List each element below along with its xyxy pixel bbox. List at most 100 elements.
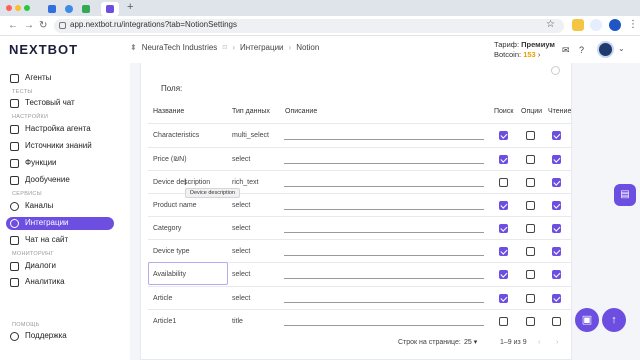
browser-tab-bar: +	[0, 0, 640, 16]
sidebar-item-agent-settings[interactable]: Настройка агента	[6, 123, 114, 136]
avatar[interactable]	[597, 41, 614, 58]
tooltip: Device description	[185, 188, 240, 198]
description-input[interactable]	[284, 139, 484, 140]
chevron-down-icon[interactable]: ⌄	[618, 44, 625, 53]
next-page-icon[interactable]: ›	[556, 339, 558, 346]
read-checkbox[interactable]	[552, 317, 561, 326]
sidebar-item-integrations[interactable]: Интеграции	[6, 217, 114, 230]
help-icon[interactable]: ?	[579, 45, 584, 55]
search-checkbox[interactable]	[499, 270, 508, 279]
read-checkbox[interactable]	[552, 178, 561, 187]
description-input[interactable]	[284, 209, 484, 210]
browser-tab-docs[interactable]	[44, 2, 58, 16]
search-checkbox[interactable]	[499, 201, 508, 210]
sidebar-item-dialogs[interactable]: Диалоги	[6, 260, 114, 273]
app-header: NEXTBOT ⬍ NeuraTech Industries ⊡ › Интег…	[0, 37, 640, 63]
sidebar-item-analytics[interactable]: Аналитика	[6, 276, 114, 289]
scroll-top-button[interactable]: ↑	[602, 308, 626, 332]
mail-icon[interactable]: ✉	[562, 45, 570, 56]
read-checkbox[interactable]	[552, 201, 561, 210]
save-button[interactable]: ▣	[575, 308, 599, 332]
field-type: multi_select	[232, 132, 269, 139]
browser-tab-drive[interactable]	[78, 2, 92, 16]
new-tab-button[interactable]: +	[127, 1, 133, 13]
breadcrumb-workspace[interactable]: NeuraTech Industries	[142, 43, 218, 52]
minimize-window-dot[interactable]	[15, 5, 21, 11]
bookmark-star-icon[interactable]: ☆	[546, 19, 555, 30]
close-window-dot[interactable]	[6, 5, 12, 11]
sidebar-item-support[interactable]: Поддержка	[6, 330, 114, 343]
sidebar-item-site-chat[interactable]: Чат на сайт	[6, 234, 114, 247]
sidebar-item-knowledge-sources[interactable]: Источники знаний	[6, 140, 114, 153]
sidebar-item-test-chat[interactable]: Тестовый чат	[6, 97, 114, 110]
sidebar-item-channels[interactable]: Каналы	[6, 200, 114, 213]
nextbot-logo[interactable]: NEXTBOT	[9, 42, 78, 57]
description-input[interactable]	[284, 163, 484, 164]
options-checkbox[interactable]	[526, 317, 535, 326]
search-checkbox[interactable]	[499, 294, 508, 303]
options-checkbox[interactable]	[526, 224, 535, 233]
field-type: select	[232, 271, 251, 278]
read-checkbox[interactable]	[552, 247, 561, 256]
maximize-window-dot[interactable]	[24, 5, 30, 11]
section-title-settings: НАСТРОЙКИ	[12, 114, 49, 120]
prev-page-icon[interactable]: ‹	[538, 339, 540, 346]
search-checkbox[interactable]	[499, 155, 508, 164]
description-input[interactable]	[284, 186, 484, 187]
description-input[interactable]	[284, 278, 484, 279]
section-title-help: ПОМОЩЬ	[12, 322, 40, 328]
field-name: Price (₪N)	[153, 156, 187, 163]
options-checkbox[interactable]	[526, 201, 535, 210]
read-checkbox[interactable]	[552, 224, 561, 233]
search-checkbox[interactable]	[499, 224, 508, 233]
description-input[interactable]	[284, 325, 484, 326]
sidebar-item-label: Интеграции	[25, 218, 69, 227]
caret-down-icon: ▾	[473, 339, 478, 346]
field-name: Device description	[153, 179, 211, 186]
options-checkbox[interactable]	[526, 294, 535, 303]
sidebar-item-agents[interactable]: Агенты	[6, 72, 114, 85]
site-info-icon[interactable]	[59, 22, 66, 29]
search-checkbox[interactable]	[499, 178, 508, 187]
plan-info[interactable]: Тариф: Премиум Botcoin: 153 ›	[494, 40, 555, 60]
url-field[interactable]: app.nextbot.ru/integrations?tab=NotionSe…	[54, 19, 564, 33]
column-header-name: Название	[153, 108, 185, 115]
sidebar-item-label: Настройка агента	[25, 124, 91, 133]
profile-icon[interactable]	[590, 19, 602, 31]
back-icon[interactable]: ←	[8, 20, 18, 31]
description-input[interactable]	[284, 255, 484, 256]
workspace-switcher-icon[interactable]: ⬍	[130, 43, 137, 52]
options-checkbox[interactable]	[526, 178, 535, 187]
description-input[interactable]	[284, 302, 484, 303]
read-checkbox[interactable]	[552, 155, 561, 164]
browser-tab-cloud[interactable]	[61, 2, 75, 16]
search-checkbox[interactable]	[499, 317, 508, 326]
chevron-right-icon: ›	[537, 50, 541, 59]
extension-icon[interactable]	[572, 19, 584, 31]
chat-widget-button[interactable]: ▤	[614, 184, 636, 206]
forward-icon[interactable]: →	[24, 20, 34, 31]
extension-blue-icon[interactable]	[609, 19, 621, 31]
read-checkbox[interactable]	[552, 270, 561, 279]
breadcrumb-integrations[interactable]: Интеграции	[240, 43, 284, 52]
options-checkbox[interactable]	[526, 247, 535, 256]
browser-tab-nextbot[interactable]	[101, 2, 119, 16]
search-checkbox[interactable]	[499, 247, 508, 256]
sidebar-item-functions[interactable]: Функции	[6, 157, 114, 170]
chat-bubble-icon: ▤	[620, 189, 630, 200]
field-type: select	[232, 202, 251, 209]
read-checkbox[interactable]	[552, 131, 561, 140]
options-checkbox[interactable]	[526, 155, 535, 164]
read-checkbox[interactable]	[552, 294, 561, 303]
sidebar-item-training[interactable]: Дообучение	[6, 174, 114, 187]
options-checkbox[interactable]	[526, 270, 535, 279]
search-checkbox[interactable]	[499, 131, 508, 140]
url-text[interactable]: app.nextbot.ru/integrations?tab=NotionSe…	[70, 20, 237, 29]
browser-menu-icon[interactable]: ⋮	[628, 19, 638, 30]
rows-per-page-select[interactable]: 25 ▾	[464, 338, 477, 346]
options-checkbox[interactable]	[526, 131, 535, 140]
plan-value: Премиум	[521, 40, 555, 49]
reload-icon[interactable]: ↻	[39, 20, 47, 31]
text-cursor-icon: I	[184, 177, 187, 187]
description-input[interactable]	[284, 232, 484, 233]
